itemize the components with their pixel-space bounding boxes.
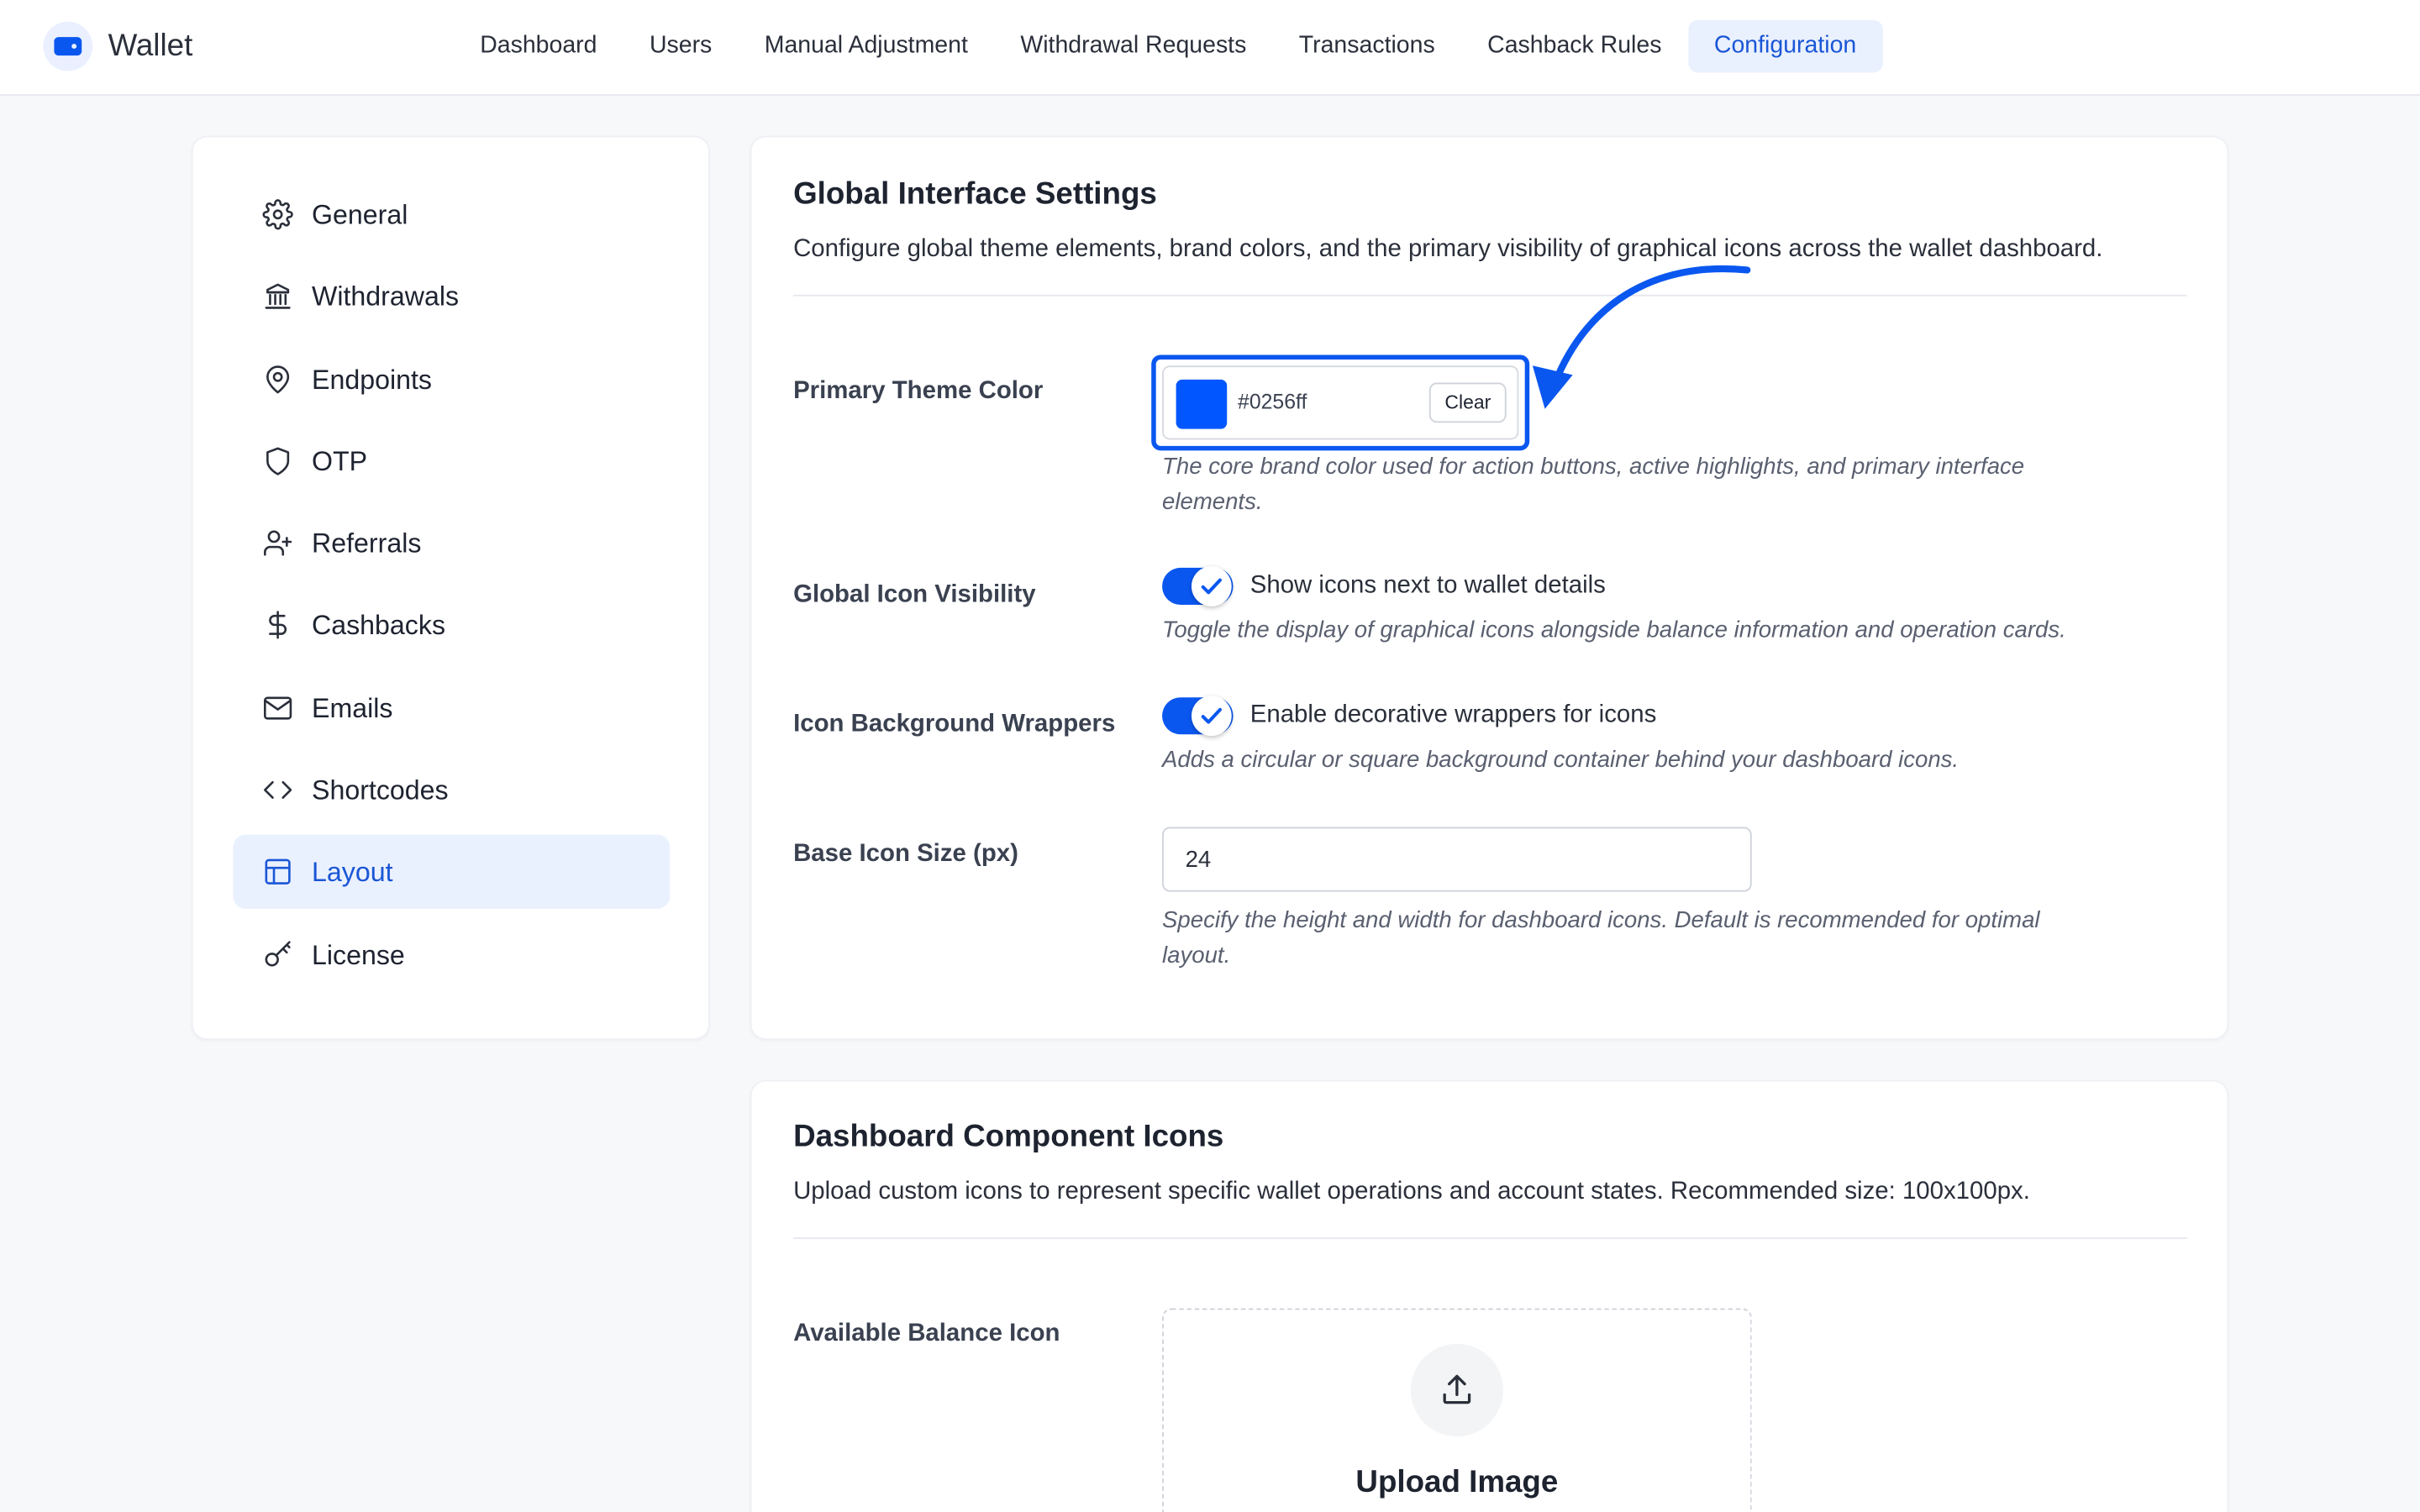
sidebar-item-layout[interactable]: Layout <box>233 834 671 909</box>
help-line: The core brand color used for action but… <box>1162 454 2025 480</box>
key-icon <box>265 941 291 967</box>
nav-cashback-rules[interactable]: Cashback Rules <box>1461 20 1688 72</box>
section-description: Upload custom icons to represent specifi… <box>793 1179 2030 1205</box>
layout-icon <box>265 858 291 885</box>
icon-visibility-toggle-label: Show icons next to wallet details <box>1249 572 1606 599</box>
sidebar-item-endpoints[interactable]: Endpoints <box>233 343 670 417</box>
app-frame: Wallet Dashboard Users Manual Adjustment… <box>0 0 2420 1512</box>
section-divider <box>793 294 2187 297</box>
base-icon-size-label: Base Icon Size (px) <box>793 841 1018 868</box>
icon-visibility-toggle[interactable] <box>1162 566 1234 606</box>
code-icon <box>264 780 292 799</box>
brand[interactable]: Wallet <box>43 21 193 71</box>
sidebar-item-label: License <box>312 938 405 970</box>
base-icon-size-help: Specify the height and width for dashboa… <box>1162 902 2039 973</box>
sidebar-item-general[interactable]: General <box>233 177 670 251</box>
base-icon-size-input[interactable] <box>1162 827 1752 892</box>
bank-icon <box>265 283 291 309</box>
wallet-logo-icon <box>43 21 93 71</box>
clear-color-button[interactable]: Clear <box>1429 382 1507 423</box>
primary-theme-color-label: Primary Theme Color <box>793 378 1044 405</box>
user-plus-icon <box>264 530 292 556</box>
color-picker-field[interactable]: #0256ff Clear <box>1162 365 1519 440</box>
check-icon <box>1201 578 1222 595</box>
toggle-knob <box>1191 566 1232 606</box>
mail-icon <box>264 696 292 720</box>
sidebar-item-label: Layout <box>312 855 393 887</box>
sidebar-item-label: Referrals <box>312 527 422 558</box>
icon-visibility-help: Toggle the display of graphical icons al… <box>1162 617 2066 643</box>
color-hex-value: #0256ff <box>1238 390 1307 414</box>
brand-name: Wallet <box>108 28 193 63</box>
sidebar-item-emails[interactable]: Emails <box>233 671 670 745</box>
sidebar-item-otp[interactable]: OTP <box>233 424 670 498</box>
sidebar-item-cashbacks[interactable]: Cashbacks <box>233 588 670 662</box>
sidebar-item-referrals[interactable]: Referrals <box>233 506 670 580</box>
global-icon-visibility-label: Global Icon Visibility <box>793 581 1036 608</box>
help-line: layout. <box>1162 942 1231 969</box>
shield-icon <box>266 447 290 475</box>
primary-theme-color-help: The core brand color used for action but… <box>1162 449 2024 519</box>
upload-image-label: Upload Image <box>1355 1465 1559 1500</box>
icon-wrappers-help: Adds a circular or square background con… <box>1162 746 1960 774</box>
annotation-arrow-icon <box>1532 265 1751 409</box>
sidebar-item-label: General <box>312 198 408 229</box>
check-icon <box>1201 707 1222 724</box>
map-pin-icon <box>266 365 290 394</box>
nav-dashboard[interactable]: Dashboard <box>454 20 623 72</box>
settings-sidebar: General Withdrawals Endpoints OTP Referr… <box>191 135 710 1040</box>
global-interface-settings-card: Global Interface Settings Configure glob… <box>750 135 2229 1040</box>
nav-users[interactable]: Users <box>623 20 739 72</box>
dollar-icon <box>269 611 287 639</box>
icon-background-wrappers-label: Icon Background Wrappers <box>793 711 1116 738</box>
balance-icon-upload-dropzone[interactable]: Upload Image <box>1162 1308 1752 1512</box>
sidebar-item-label: Endpoints <box>312 363 432 395</box>
help-line: Specify the height and width for dashboa… <box>1162 907 2040 934</box>
nav-configuration[interactable]: Configuration <box>1687 19 1883 73</box>
sidebar-item-label: Emails <box>312 691 393 723</box>
main-nav: Dashboard Users Manual Adjustment Withdr… <box>454 19 1883 73</box>
sidebar-item-label: Shortcodes <box>312 774 449 805</box>
section-title: Dashboard Component Icons <box>793 1120 1224 1154</box>
available-balance-icon-label: Available Balance Icon <box>793 1320 1060 1347</box>
sidebar-item-label: Withdrawals <box>312 280 460 312</box>
sidebar-item-label: Cashbacks <box>312 608 446 640</box>
gear-icon <box>262 199 293 230</box>
sidebar-item-license[interactable]: License <box>233 918 670 992</box>
section-title: Global Interface Settings <box>793 177 1157 212</box>
nav-transactions[interactable]: Transactions <box>1273 20 1461 72</box>
top-navigation-bar: Wallet Dashboard Users Manual Adjustment… <box>0 0 2420 96</box>
nav-manual-adjustment[interactable]: Manual Adjustment <box>739 20 995 72</box>
toggle-knob <box>1191 696 1232 737</box>
help-line: elements. <box>1162 489 1263 516</box>
section-description: Configure global theme elements, brand c… <box>793 236 2103 263</box>
sidebar-item-label: OTP <box>312 444 368 476</box>
dashboard-component-icons-card: Dashboard Component Icons Upload custom … <box>750 1079 2229 1512</box>
upload-icon <box>1410 1343 1503 1436</box>
section-divider <box>793 1237 2187 1239</box>
icon-wrappers-toggle-label: Enable decorative wrappers for icons <box>1249 701 1657 728</box>
icon-wrappers-toggle[interactable] <box>1162 696 1234 737</box>
sidebar-item-shortcodes[interactable]: Shortcodes <box>233 753 670 827</box>
nav-withdrawal-requests[interactable]: Withdrawal Requests <box>994 20 1272 72</box>
sidebar-item-withdrawals[interactable]: Withdrawals <box>233 260 670 333</box>
color-swatch[interactable] <box>1176 379 1228 429</box>
primary-theme-color-highlight: #0256ff Clear <box>1151 354 1530 451</box>
